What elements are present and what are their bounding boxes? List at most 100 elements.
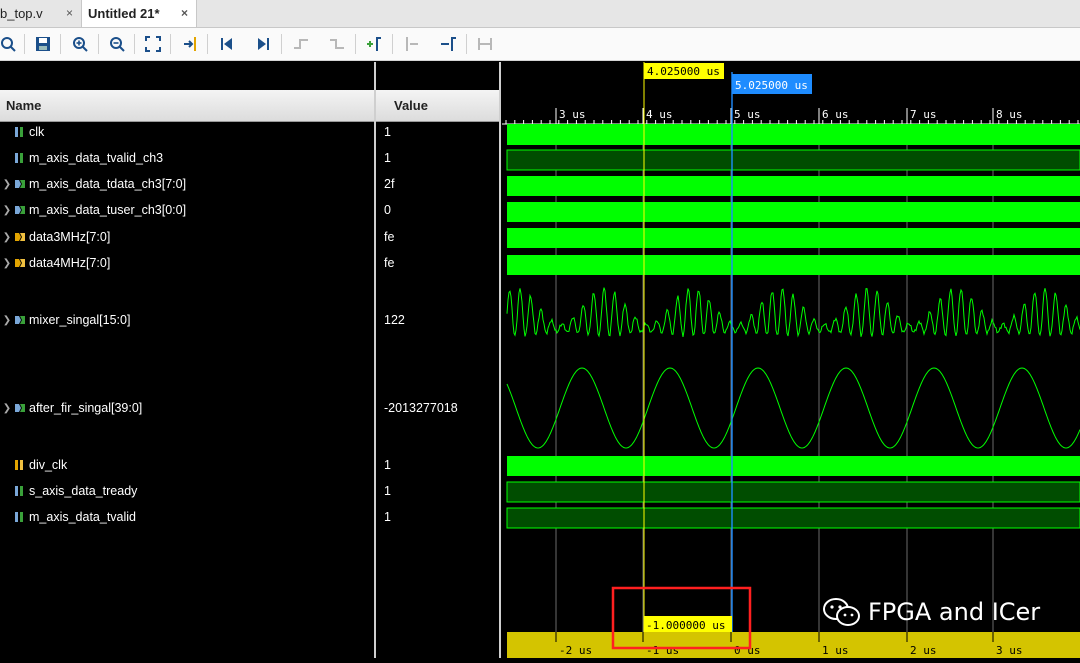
signal-row[interactable]: ❯ mixer_singal[15:0] bbox=[0, 311, 131, 329]
tvalid-ch3-wave bbox=[506, 149, 1080, 171]
waveform-canvas[interactable]: 3 us 4 us 5 us 6 us 7 us 8 us 4.025000 us 5.025… bbox=[502, 62, 1080, 658]
bit-orange-icon bbox=[14, 459, 29, 471]
wechat-icon bbox=[823, 598, 860, 626]
signal-name: data4MHz[7:0] bbox=[29, 256, 111, 270]
primary-cursor-label: 4.025000 us bbox=[647, 65, 720, 78]
bus-icon bbox=[14, 204, 29, 216]
data3mhz-wave bbox=[507, 228, 1080, 248]
chevron-right-icon[interactable]: ❯ bbox=[0, 179, 14, 190]
signal-row[interactable]: ❯ data4MHz[7:0] bbox=[0, 254, 111, 272]
previous-marker-icon[interactable] bbox=[399, 32, 423, 56]
previous-transition-icon[interactable] bbox=[289, 32, 313, 56]
ruler-tick-label: 7 us bbox=[910, 108, 937, 121]
bus-icon bbox=[14, 178, 29, 190]
go-to-cursor-icon[interactable] bbox=[178, 32, 202, 56]
ruler-tick-label: 8 us bbox=[996, 108, 1023, 121]
signal-row[interactable]: ❯ m_axis_data_tuser_ch3[0:0] bbox=[0, 201, 186, 219]
ruler-tick-label: 4 us bbox=[646, 108, 673, 121]
signal-row[interactable]: div_clk bbox=[0, 456, 67, 474]
bus-orange-icon bbox=[14, 257, 29, 269]
tdata-ch3-wave bbox=[507, 176, 1080, 196]
after-fir-singal-wave bbox=[506, 367, 1080, 449]
ruler-tick-label: 5 us bbox=[734, 108, 761, 121]
signal-row[interactable]: m_axis_data_tvalid bbox=[0, 508, 136, 526]
mixer-singal-wave bbox=[506, 287, 1080, 338]
signal-name: div_clk bbox=[29, 458, 68, 472]
zoom-fit-icon[interactable] bbox=[141, 32, 165, 56]
tab-bar: b_top.v × Untitled 21* × bbox=[0, 0, 1080, 28]
secondary-cursor-label: 5.025000 us bbox=[735, 79, 808, 92]
go-to-first-icon[interactable] bbox=[215, 32, 239, 56]
add-marker-icon[interactable] bbox=[362, 32, 386, 56]
close-icon[interactable]: × bbox=[66, 6, 73, 20]
go-to-last-icon[interactable] bbox=[251, 32, 275, 56]
bus-icon bbox=[14, 314, 29, 326]
signal-name: s_axis_data_tready bbox=[29, 484, 138, 498]
tab-label: Untitled 21* bbox=[88, 6, 160, 21]
name-column-header[interactable]: Name bbox=[0, 90, 374, 122]
s-axis-tready-wave bbox=[506, 481, 1080, 503]
tab-label: b_top.v bbox=[0, 6, 43, 21]
swap-cursor-icon[interactable] bbox=[473, 32, 497, 56]
chevron-right-icon[interactable]: ❯ bbox=[0, 205, 14, 216]
zoom-in-icon[interactable] bbox=[68, 32, 92, 56]
watermark: FPGA and ICer bbox=[822, 594, 1040, 630]
relative-tick-label: -2 us bbox=[559, 644, 592, 657]
value-column-header[interactable]: Value bbox=[376, 90, 499, 122]
signal-row[interactable]: ❯ m_axis_data_tdata_ch3[7:0] bbox=[0, 175, 186, 193]
signal-row[interactable]: ❯ data3MHz[7:0] bbox=[0, 228, 111, 246]
signal-value: 1 bbox=[384, 151, 391, 165]
tab-untitled-21[interactable]: Untitled 21* × bbox=[82, 0, 197, 27]
signal-name: data3MHz[7:0] bbox=[29, 230, 111, 244]
waveform-area[interactable]: 3 us 4 us 5 us 6 us 7 us 8 us 4.025000 us 5.025… bbox=[502, 62, 1080, 658]
chevron-right-icon[interactable]: ❯ bbox=[0, 315, 14, 326]
signal-name: m_axis_data_tuser_ch3[0:0] bbox=[29, 203, 187, 217]
chevron-right-icon[interactable]: ❯ bbox=[0, 232, 14, 243]
clk-wave bbox=[507, 124, 1080, 145]
watermark-text: FPGA and ICer bbox=[868, 598, 1041, 626]
search-icon[interactable] bbox=[0, 32, 20, 56]
signal-value: 0 bbox=[384, 203, 391, 217]
toolbar bbox=[0, 28, 1080, 61]
m-axis-tvalid-wave bbox=[506, 507, 1080, 529]
signal-row[interactable]: s_axis_data_tready bbox=[0, 482, 137, 500]
signal-value: 1 bbox=[384, 458, 391, 472]
signal-value: 2f bbox=[384, 177, 395, 191]
relative-tick-label: 3 us bbox=[996, 644, 1023, 657]
bus-icon bbox=[14, 402, 29, 414]
signal-values-pane: 1 1 2f 0 fe fe 122 -2013277018 1 1 1 bbox=[376, 124, 499, 658]
bit-icon bbox=[14, 511, 29, 523]
chevron-right-icon[interactable]: ❯ bbox=[0, 258, 14, 269]
signal-names-pane: clk m_axis_data_tvalid_ch3 ❯ m_axis_data_td… bbox=[0, 124, 374, 658]
relative-tick-label: 1 us bbox=[822, 644, 849, 657]
delta-label: -1.000000 us bbox=[646, 619, 725, 632]
bit-icon bbox=[14, 485, 29, 497]
tuser-ch3-wave bbox=[507, 202, 1080, 222]
tab-b-top[interactable]: b_top.v × bbox=[0, 0, 82, 27]
zoom-out-icon[interactable] bbox=[105, 32, 129, 56]
signal-name: after_fir_singal[39:0] bbox=[29, 401, 143, 415]
div-clk-wave bbox=[507, 456, 1080, 476]
relative-ruler bbox=[507, 632, 1080, 658]
next-marker-icon[interactable] bbox=[436, 32, 460, 56]
bus-orange-icon bbox=[14, 231, 29, 243]
chevron-right-icon[interactable]: ❯ bbox=[0, 403, 14, 414]
signal-row[interactable]: m_axis_data_tvalid_ch3 bbox=[0, 149, 163, 167]
next-transition-icon[interactable] bbox=[325, 32, 349, 56]
signal-value: fe bbox=[384, 230, 395, 244]
save-icon[interactable] bbox=[31, 32, 55, 56]
close-icon[interactable]: × bbox=[181, 6, 188, 20]
ruler-tick-label: 6 us bbox=[822, 108, 849, 121]
bit-icon bbox=[14, 126, 29, 138]
signal-value: 1 bbox=[384, 510, 391, 524]
signal-name: clk bbox=[29, 125, 45, 139]
ruler-tick-label: 3 us bbox=[559, 108, 586, 121]
signal-value: 1 bbox=[384, 125, 391, 139]
signal-row[interactable]: clk bbox=[0, 123, 44, 141]
signal-row[interactable]: ❯ after_fir_singal[39:0] bbox=[0, 399, 142, 417]
relative-tick-label: 2 us bbox=[910, 644, 937, 657]
relative-tick-label: 0 us bbox=[734, 644, 761, 657]
pane-divider[interactable] bbox=[499, 62, 501, 658]
signal-value: 122 bbox=[384, 313, 405, 327]
signal-name: m_axis_data_tdata_ch3[7:0] bbox=[29, 177, 187, 191]
